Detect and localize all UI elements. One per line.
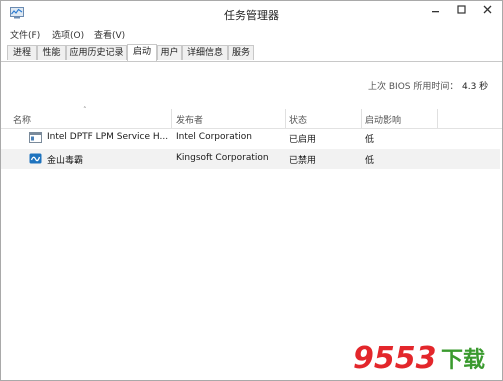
tab-bar: 进程 性能 应用历史记录 启动 用户 详细信息 服务 — [1, 43, 502, 62]
tab-performance[interactable]: 性能 — [37, 45, 66, 60]
row-status: 已禁用 — [289, 156, 317, 166]
tab-startup[interactable]: 启动 — [127, 44, 157, 61]
app-window-icon — [29, 132, 42, 143]
tab-processes[interactable]: 进程 — [7, 45, 37, 60]
close-button[interactable] — [473, 1, 502, 23]
tab-users[interactable]: 用户 — [157, 45, 182, 60]
maximize-icon — [456, 5, 466, 14]
menu-bar: 文件(F) 选项(O) 查看(V) — [1, 26, 502, 42]
watermark-suffix: 下载 — [441, 347, 485, 373]
menu-options[interactable]: 选项(O) — [52, 28, 84, 41]
column-status[interactable]: 状态 — [289, 113, 307, 126]
column-startup-impact[interactable]: 启动影响 — [365, 113, 401, 126]
row-status: 已启用 — [289, 135, 317, 145]
row-impact: 低 — [365, 156, 375, 166]
row-publisher: Intel Corporation — [176, 132, 252, 142]
kingsoft-shield-icon — [29, 153, 42, 164]
column-divider[interactable] — [285, 109, 286, 128]
menu-file[interactable]: 文件(F) — [10, 28, 40, 41]
bios-time-value: 4.3 秒 — [462, 82, 489, 92]
row-name: 金山毒霸 — [47, 156, 84, 166]
watermark-logo: 9553 下载 — [352, 340, 485, 377]
menu-view[interactable]: 查看(V) — [94, 28, 125, 41]
row-publisher: Kingsoft Corporation — [176, 153, 269, 163]
watermark-number: 9553 — [353, 341, 437, 374]
column-divider[interactable] — [171, 109, 172, 128]
column-divider[interactable] — [437, 109, 438, 128]
row-name: Intel DPTF LPM Service H... — [47, 132, 169, 142]
table-row[interactable]: 金山毒霸 Kingsoft Corporation 已禁用 低 — [1, 149, 500, 169]
tab-details[interactable]: 详细信息 — [182, 45, 228, 60]
maximize-button[interactable] — [448, 1, 474, 23]
column-name[interactable]: 名称 — [13, 113, 31, 126]
site-watermark: 9553 下载 — [351, 340, 501, 377]
table-row[interactable]: Intel DPTF LPM Service H... Intel Corpor… — [1, 128, 500, 148]
sort-ascending-icon[interactable]: ˄ — [83, 106, 87, 114]
tab-app-history[interactable]: 应用历史记录 — [66, 45, 127, 60]
close-icon — [483, 5, 492, 14]
column-header-row: ˄ 名称 发布者 状态 启动影响 — [1, 106, 502, 129]
column-divider[interactable] — [361, 109, 362, 128]
minimize-icon — [431, 11, 439, 13]
tab-services[interactable]: 服务 — [228, 45, 254, 60]
minimize-button[interactable] — [422, 1, 448, 23]
task-manager-window: 任务管理器 文件(F) 选项(O) 查看(V) 进程 性能 应用历史记录 启动 … — [0, 0, 503, 381]
bios-time-label: 上次 BIOS 所用时间： — [368, 82, 459, 92]
title-bar[interactable]: 任务管理器 — [1, 1, 502, 26]
column-publisher[interactable]: 发布者 — [176, 113, 203, 126]
row-impact: 低 — [365, 135, 375, 145]
